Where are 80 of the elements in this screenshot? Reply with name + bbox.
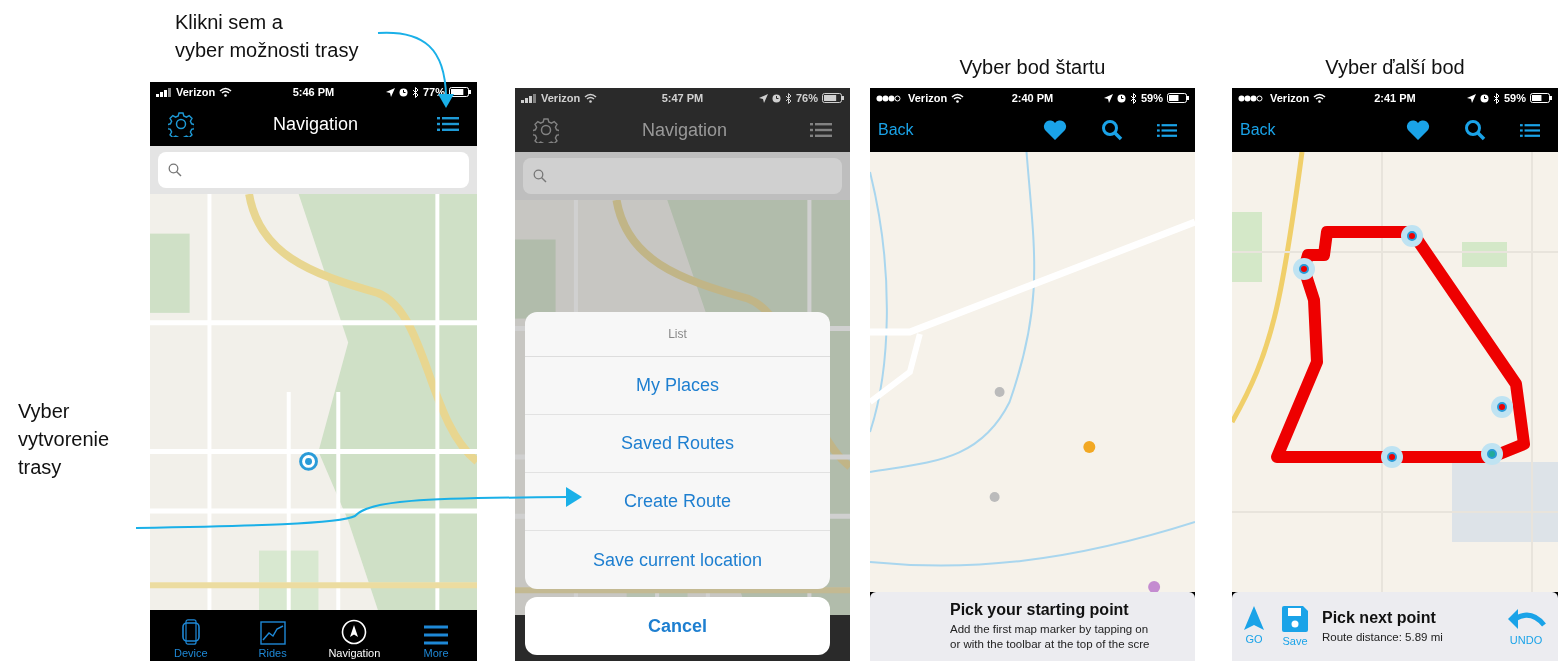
wifi-icon xyxy=(219,87,233,97)
action-button[interactable]: Save xyxy=(1278,606,1312,647)
carrier-name: Verizon xyxy=(541,92,581,104)
battery-icon xyxy=(1530,93,1552,103)
carrier-name: Verizon xyxy=(908,92,948,104)
back-link[interactable]: Back xyxy=(1240,121,1276,139)
wifi-icon xyxy=(584,93,598,103)
list-icon[interactable] xyxy=(810,123,832,137)
alarm-icon xyxy=(398,87,408,97)
signal-icon xyxy=(876,94,904,102)
battery-icon xyxy=(449,87,471,97)
status-time: 2:41 PM xyxy=(1374,92,1416,104)
panel-text: Add the first map marker by tapping on or with the toolbar at the top of the scre xyxy=(950,622,1150,652)
menu-icon xyxy=(424,625,449,645)
action-button[interactable]: GO xyxy=(1240,606,1268,647)
location-icon xyxy=(758,93,768,103)
bluetooth-icon xyxy=(1129,92,1137,104)
settings-icon[interactable] xyxy=(168,111,194,137)
annotation-text: Klikni sem a vyber možnosti trasy xyxy=(175,10,359,63)
tab-button[interactable]: Rides xyxy=(231,610,314,661)
search-field[interactable] xyxy=(158,152,469,188)
screen-title: Navigation xyxy=(272,113,359,135)
chart-icon xyxy=(259,621,286,645)
signal-icon xyxy=(156,87,172,97)
screen-caption: Vyber ďalší bod xyxy=(1324,55,1466,79)
search-icon xyxy=(168,163,182,177)
heart-icon[interactable] xyxy=(1406,120,1430,140)
list-icon[interactable] xyxy=(1157,123,1177,137)
search-icon xyxy=(533,169,547,183)
save-icon xyxy=(1282,606,1308,632)
search-field[interactable] xyxy=(523,158,842,194)
bluetooth-icon xyxy=(1492,92,1500,104)
carrier-name: Verizon xyxy=(1270,92,1310,104)
panel-text: Route distance: 5.89 mi xyxy=(1322,629,1443,645)
status-time: 5:46 PM xyxy=(292,86,335,98)
panel-title: Pick your starting point xyxy=(950,601,1129,619)
carrier-name: Verizon xyxy=(176,86,216,98)
tab-button[interactable]: More xyxy=(395,610,477,661)
bluetooth-icon xyxy=(411,86,419,98)
settings-icon[interactable] xyxy=(533,117,559,143)
undo-button[interactable]: UNDO xyxy=(1502,607,1550,646)
sheet-title: List xyxy=(525,312,830,357)
alarm-icon xyxy=(1479,93,1489,103)
cancel-button[interactable]: Cancel xyxy=(525,597,830,655)
menu-option[interactable]: Saved Routes xyxy=(525,415,830,473)
menu-option[interactable]: My Places xyxy=(525,357,830,415)
heart-icon[interactable] xyxy=(1043,120,1067,140)
menu-option[interactable]: Save current location xyxy=(525,531,830,589)
wifi-icon xyxy=(1313,93,1327,103)
wifi-icon xyxy=(951,93,965,103)
battery-percent: 59% xyxy=(1503,92,1526,104)
bluetooth-icon xyxy=(784,92,792,104)
battery-percent: 76% xyxy=(795,92,818,104)
screen-caption: Vyber bod štartu xyxy=(958,55,1107,79)
tab-button[interactable]: Device xyxy=(150,610,232,661)
signal-icon xyxy=(521,93,537,103)
navigation-arrow-icon xyxy=(1244,606,1264,630)
battery-icon xyxy=(822,93,844,103)
battery-percent: 59% xyxy=(1140,92,1163,104)
status-time: 5:47 PM xyxy=(661,92,704,104)
annotation-text: Vyber vytvorenie trasy xyxy=(18,399,111,480)
status-time: 2:40 PM xyxy=(1011,92,1054,104)
signal-icon xyxy=(1238,94,1266,102)
list-icon[interactable] xyxy=(1520,123,1540,137)
alarm-icon xyxy=(1116,93,1126,103)
list-icon[interactable] xyxy=(437,117,459,131)
location-icon xyxy=(1103,93,1113,103)
panel-title: Pick next point xyxy=(1322,608,1436,627)
location-icon xyxy=(385,87,395,97)
undo-icon xyxy=(1506,607,1546,631)
back-link[interactable]: Back xyxy=(878,121,914,139)
location-icon xyxy=(1466,93,1476,103)
screen-title: Navigation xyxy=(641,119,728,141)
tab-button[interactable]: Navigation xyxy=(313,610,396,661)
battery-icon xyxy=(1167,93,1189,103)
alarm-icon xyxy=(771,93,781,103)
compass-icon xyxy=(341,619,368,645)
search-icon[interactable] xyxy=(1464,119,1486,141)
search-icon[interactable] xyxy=(1101,119,1123,141)
watch-icon xyxy=(180,619,201,645)
